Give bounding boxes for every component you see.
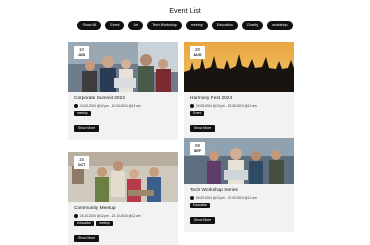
event-image: 20 AUG — [184, 42, 294, 92]
date-day: 15 — [79, 157, 84, 162]
date-month: JUN — [77, 53, 86, 57]
filter-workshop-button[interactable]: workshop — [267, 21, 293, 30]
date-month: AUG — [193, 53, 202, 57]
clock-icon — [190, 196, 194, 200]
event-time: 09.09.2024 @12 pm - 07.09.2024 @12 am — [190, 196, 288, 200]
event-time-text: 09.09.2024 @12 pm - 07.09.2024 @12 am — [196, 196, 257, 200]
event-time: 15.10.2024 @12 pm - 22.10.2024 @12 am — [74, 214, 172, 218]
show-more-button[interactable]: Show More — [74, 235, 100, 242]
event-image: 10 JUN — [68, 42, 178, 92]
show-more-button[interactable]: Show More — [190, 217, 216, 224]
tag[interactable]: Event — [190, 111, 205, 116]
filter-education-button[interactable]: Education — [211, 21, 238, 30]
clock-icon — [190, 104, 194, 108]
event-time-text: 20.08.2024 @12 pm - 23.08.2024 @12 am — [196, 104, 257, 108]
filter-meetup-button[interactable]: meetup — [185, 21, 208, 30]
event-card: 20 AUG Harmony Fest 2024 20.08.2024 @12 … — [184, 42, 294, 140]
filter-bar: Show All Event Art Tech Workshop meetup … — [0, 21, 370, 30]
tag[interactable]: Education — [74, 221, 95, 226]
date-badge: 15 OCT — [74, 156, 89, 169]
event-time-text: 10.06.2024 @12 pm - 10.06.2024 @12 am — [80, 104, 141, 108]
date-badge: 20 AUG — [190, 46, 205, 59]
event-title: Tech Workshop Series — [190, 188, 238, 193]
show-more-button[interactable]: Show More — [190, 125, 216, 132]
event-card: 09 SEP Tech Workshop Series 09.09.2024 @… — [184, 138, 294, 232]
event-title: Harmony Fest 2024 — [190, 96, 233, 101]
event-card: 10 JUN Corporate Summit 2024 10.06.2024 … — [68, 42, 178, 140]
show-more-button[interactable]: Show More — [74, 125, 100, 132]
event-image: 09 SEP — [184, 138, 294, 184]
date-day: 09 — [195, 143, 200, 148]
event-time: 10.06.2024 @12 pm - 10.06.2024 @12 am — [74, 104, 172, 108]
filter-charity-button[interactable]: Charity — [241, 21, 264, 30]
date-day: 10 — [79, 47, 84, 52]
event-card: 15 OCT Community Meetup 15.10.2024 @12 p… — [68, 152, 178, 245]
tag[interactable]: meetup — [74, 111, 91, 116]
tag-list: Education meetup — [74, 221, 172, 226]
date-month: SEP — [193, 149, 202, 153]
clock-icon — [74, 104, 78, 108]
event-time: 20.08.2024 @12 pm - 23.08.2024 @12 am — [190, 104, 288, 108]
date-badge: 09 SEP — [190, 142, 205, 155]
date-day: 20 — [195, 47, 200, 52]
page-title: Event List — [169, 6, 201, 15]
filter-tech-workshop-button[interactable]: Tech Workshop — [147, 21, 182, 30]
date-month: OCT — [77, 163, 86, 167]
event-title: Corporate Summit 2024 — [74, 96, 125, 101]
event-time-text: 15.10.2024 @12 pm - 22.10.2024 @12 am — [80, 214, 141, 218]
clock-icon — [74, 214, 78, 218]
tag-list: meetup — [74, 111, 172, 116]
event-image: 15 OCT — [68, 152, 178, 202]
tag-list: Education — [190, 203, 288, 208]
tag[interactable]: Education — [190, 203, 211, 208]
filter-art-button[interactable]: Art — [128, 21, 144, 30]
tag-list: Event — [190, 111, 288, 116]
event-title: Community Meetup — [74, 206, 116, 211]
date-badge: 10 JUN — [74, 46, 89, 59]
filter-event-button[interactable]: Event — [105, 21, 125, 30]
filter-show-all-button[interactable]: Show All — [77, 21, 102, 30]
tag[interactable]: meetup — [96, 221, 113, 226]
